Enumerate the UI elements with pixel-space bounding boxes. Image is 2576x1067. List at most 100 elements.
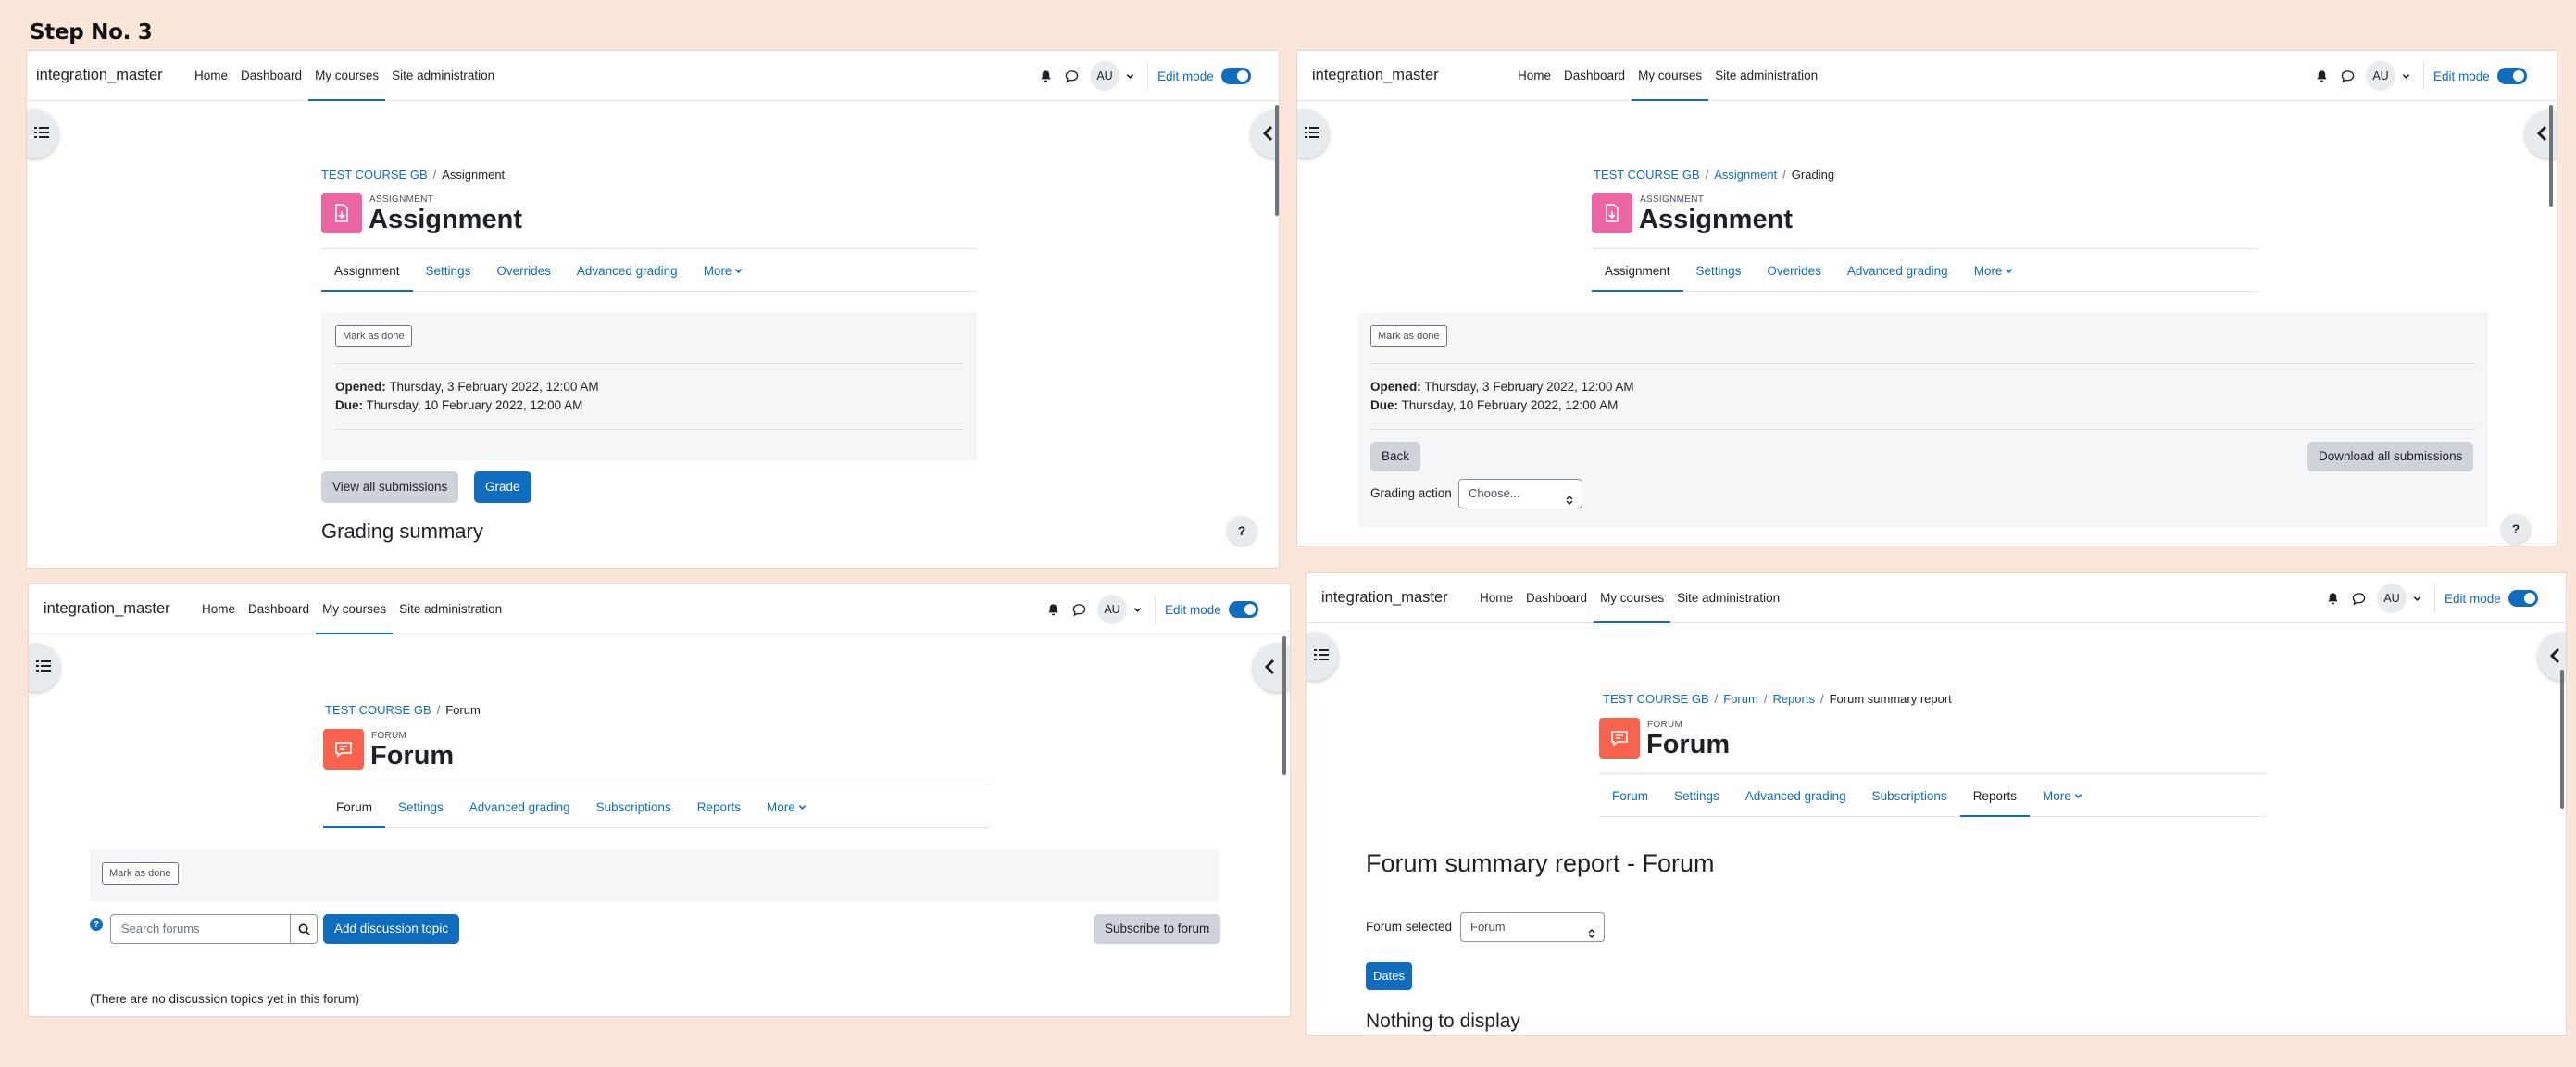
- chevron-down-icon[interactable]: [2410, 592, 2423, 605]
- tab-advanced-grading[interactable]: Advanced grading: [564, 251, 691, 291]
- download-all-submissions-button[interactable]: Download all submissions: [2307, 442, 2474, 471]
- edit-mode-toggle[interactable]: [2496, 68, 2527, 84]
- breadcrumb-course[interactable]: TEST COURSE GB: [1603, 692, 1709, 706]
- tab-forum[interactable]: Forum: [323, 787, 386, 828]
- nav-my-courses[interactable]: My courses: [1594, 573, 1671, 623]
- page-title: Forum: [370, 741, 455, 771]
- mark-as-done-button[interactable]: Mark as done: [335, 325, 412, 347]
- site-name[interactable]: integration_master: [1321, 589, 1448, 607]
- tab-more[interactable]: More: [2030, 776, 2095, 816]
- tab-assignment[interactable]: Assignment: [1592, 251, 1683, 292]
- dates-filter-button[interactable]: Dates: [1366, 962, 1412, 990]
- chat-icon[interactable]: [1066, 596, 1092, 622]
- nav-home[interactable]: Home: [1473, 573, 1519, 623]
- user-avatar[interactable]: AU: [2377, 584, 2407, 613]
- grade-button[interactable]: Grade: [474, 471, 531, 503]
- mark-as-done-button[interactable]: Mark as done: [102, 862, 179, 885]
- nav-site-administration[interactable]: Site administration: [1708, 51, 1824, 101]
- nav-home[interactable]: Home: [1511, 51, 1557, 101]
- user-avatar[interactable]: AU: [1097, 595, 1127, 624]
- nav-dashboard[interactable]: Dashboard: [1519, 573, 1594, 623]
- nav-home[interactable]: Home: [188, 51, 234, 101]
- course-index-drawer-button[interactable]: [1297, 110, 1329, 158]
- course-index-drawer-button[interactable]: [29, 644, 60, 692]
- edit-mode-toggle[interactable]: [2507, 590, 2538, 607]
- tab-settings[interactable]: Settings: [385, 787, 456, 827]
- tab-subscriptions[interactable]: Subscriptions: [583, 787, 684, 827]
- nav-site-administration[interactable]: Site administration: [393, 584, 508, 634]
- bell-icon[interactable]: [1040, 596, 1066, 622]
- grading-action-select[interactable]: Choose...: [1458, 479, 1582, 508]
- breadcrumb-assignment[interactable]: Assignment: [1714, 168, 1777, 182]
- tab-overrides[interactable]: Overrides: [483, 251, 564, 291]
- tab-more[interactable]: More: [1961, 251, 2027, 291]
- tab-settings[interactable]: Settings: [1661, 776, 1732, 816]
- scrollbar[interactable]: [1282, 636, 1286, 775]
- help-button[interactable]: ?: [1227, 516, 1257, 546]
- breadcrumb-course[interactable]: TEST COURSE GB: [1594, 168, 1700, 182]
- tab-settings[interactable]: Settings: [413, 251, 484, 291]
- add-discussion-topic-button[interactable]: Add discussion topic: [323, 914, 460, 944]
- course-index-drawer-button[interactable]: [27, 110, 58, 158]
- bell-icon[interactable]: [2308, 63, 2334, 89]
- chat-icon[interactable]: [1058, 63, 1084, 89]
- user-avatar[interactable]: AU: [2366, 61, 2395, 91]
- tab-overrides[interactable]: Overrides: [1754, 251, 1834, 291]
- tab-settings[interactable]: Settings: [1683, 251, 1755, 291]
- edit-mode-toggle[interactable]: [1220, 68, 1251, 84]
- nav-dashboard[interactable]: Dashboard: [242, 584, 316, 634]
- breadcrumb-course[interactable]: TEST COURSE GB: [321, 168, 428, 182]
- help-button[interactable]: ?: [2501, 514, 2531, 544]
- tab-subscriptions[interactable]: Subscriptions: [1859, 776, 1960, 816]
- due-value: Thursday, 10 February 2022, 12:00 AM: [366, 398, 583, 412]
- edit-mode-toggle[interactable]: [1228, 601, 1258, 618]
- chevron-down-icon[interactable]: [2399, 69, 2412, 82]
- chat-icon[interactable]: [2345, 585, 2371, 611]
- view-all-submissions-button[interactable]: View all submissions: [321, 471, 459, 503]
- site-name[interactable]: integration_master: [44, 600, 170, 618]
- chat-icon[interactable]: [2334, 63, 2360, 89]
- nav-my-courses[interactable]: My courses: [316, 584, 394, 634]
- chevron-down-icon[interactable]: [1123, 69, 1136, 82]
- tab-more[interactable]: More: [754, 787, 819, 827]
- bell-icon[interactable]: [1032, 63, 1058, 89]
- site-name[interactable]: integration_master: [36, 67, 163, 84]
- nav-my-courses[interactable]: My courses: [1632, 51, 1709, 101]
- chevron-left-icon: [2536, 125, 2549, 146]
- search-icon[interactable]: [290, 914, 318, 944]
- nav-home[interactable]: Home: [195, 584, 242, 634]
- site-name[interactable]: integration_master: [1312, 67, 1439, 84]
- tab-advanced-grading[interactable]: Advanced grading: [1834, 251, 1961, 291]
- nav-dashboard[interactable]: Dashboard: [234, 51, 308, 101]
- nav-site-administration[interactable]: Site administration: [1670, 573, 1786, 623]
- tab-forum[interactable]: Forum: [1599, 776, 1661, 816]
- back-button[interactable]: Back: [1370, 442, 1421, 471]
- tab-reports[interactable]: Reports: [1959, 776, 2031, 817]
- chevron-down-icon[interactable]: [1131, 603, 1144, 616]
- tab-assignment[interactable]: Assignment: [321, 251, 413, 292]
- opened-date: Opened: Thursday, 3 February 2022, 12:00…: [335, 380, 599, 394]
- nav-site-administration[interactable]: Site administration: [385, 51, 501, 101]
- breadcrumb-reports[interactable]: Reports: [1772, 692, 1815, 706]
- tab-advanced-grading[interactable]: Advanced grading: [456, 787, 583, 827]
- user-avatar[interactable]: AU: [1090, 61, 1119, 91]
- subscribe-to-forum-button[interactable]: Subscribe to forum: [1094, 914, 1221, 944]
- forum-selected-select[interactable]: Forum: [1460, 912, 1605, 942]
- course-index-drawer-button[interactable]: [1307, 633, 1338, 681]
- nav-my-courses[interactable]: My courses: [308, 51, 386, 101]
- mark-as-done-button[interactable]: Mark as done: [1370, 325, 1447, 347]
- breadcrumb-course[interactable]: TEST COURSE GB: [325, 703, 431, 717]
- tab-more[interactable]: More: [691, 251, 757, 291]
- help-icon[interactable]: ?: [90, 918, 103, 931]
- scrollbar[interactable]: [1275, 105, 1279, 216]
- search-forums: Search forums: [110, 914, 318, 944]
- nav-dashboard[interactable]: Dashboard: [1557, 51, 1632, 101]
- bell-icon[interactable]: [2320, 585, 2345, 611]
- scrollbar[interactable]: [2560, 670, 2564, 809]
- tab-reports[interactable]: Reports: [684, 787, 754, 827]
- header-divider: [1592, 248, 2258, 249]
- scrollbar[interactable]: [2549, 105, 2553, 207]
- breadcrumb-forum[interactable]: Forum: [1723, 692, 1758, 706]
- tab-advanced-grading[interactable]: Advanced grading: [1732, 776, 1859, 816]
- search-forums-input[interactable]: Search forums: [110, 914, 290, 944]
